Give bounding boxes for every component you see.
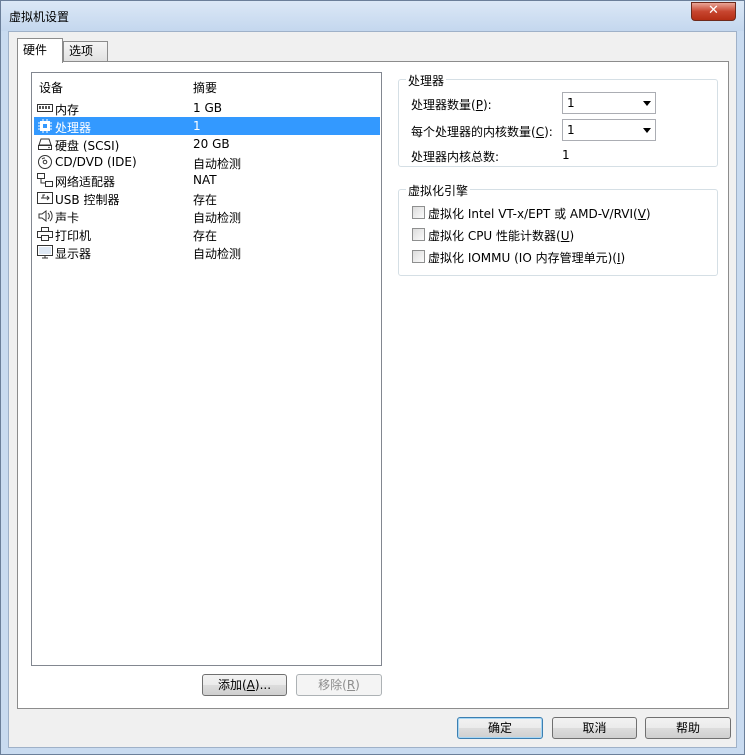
dialog-client-area: 硬件 选项 设备 摘要 内存 1 GB 处理器 1 硬盘 (SCSI) 20 G…: [8, 31, 737, 748]
cd-dvd-icon: [38, 155, 52, 169]
usb-icon: [37, 192, 53, 204]
virtualize-vtx-label: 虚拟化 Intel VT-x/EPT 或 AMD-V/RVI(V): [428, 207, 651, 221]
cores-per-processor-select[interactable]: 1: [562, 119, 656, 141]
device-list-header: 设备 摘要: [32, 73, 381, 95]
device-name: 处理器: [55, 121, 92, 135]
device-name: USB 控制器: [55, 193, 120, 207]
remove-button-hotkey: R: [346, 678, 356, 692]
remove-button-text: 移除(: [318, 678, 347, 692]
device-name: 内存: [55, 103, 80, 117]
device-row-cd-dvd[interactable]: CD/DVD (IDE) 自动检测: [34, 153, 380, 171]
device-summary: 存在: [193, 193, 218, 207]
tab-hardware[interactable]: 硬件: [17, 38, 63, 63]
add-button-suffix: )...: [254, 678, 272, 692]
device-row-usb-controller[interactable]: USB 控制器 存在: [34, 189, 380, 207]
hardware-panel: 设备 摘要 内存 1 GB 处理器 1 硬盘 (SCSI) 20 GB CD/D…: [17, 61, 729, 709]
dialog-window: 虚拟机设置 ✕ 硬件 选项 设备 摘要 内存 1 GB 处理器 1 硬盘 (SC…: [0, 0, 745, 755]
title-bar[interactable]: 虚拟机设置 ✕: [1, 1, 744, 31]
device-name: 显示器: [55, 247, 92, 261]
column-header-summary[interactable]: 摘要: [193, 79, 217, 96]
device-name: 网络适配器: [55, 175, 116, 189]
device-row-display[interactable]: 显示器 自动检测: [34, 243, 380, 261]
virtualization-group-title: 虚拟化引擎: [406, 182, 471, 199]
virtualize-cpu-counters-checkbox[interactable]: [412, 228, 425, 241]
total-cores-value: 1: [562, 148, 570, 162]
processor-icon: [38, 119, 52, 133]
device-name: 声卡: [55, 211, 80, 225]
device-summary: 1: [193, 119, 201, 133]
virtualization-engine-group: 虚拟化引擎 虚拟化 Intel VT-x/EPT 或 AMD-V/RVI(V) …: [398, 182, 718, 276]
device-row-network-adapter[interactable]: 网络适配器 NAT: [34, 171, 380, 189]
processor-group-title: 处理器: [406, 72, 447, 89]
network-adapter-icon: [37, 173, 53, 187]
remove-device-button[interactable]: 移除(R): [296, 674, 382, 696]
window-title: 虚拟机设置: [9, 10, 70, 24]
device-row-memory[interactable]: 内存 1 GB: [34, 99, 380, 117]
hard-disk-icon: [38, 138, 52, 150]
device-summary: 1 GB: [193, 101, 222, 115]
add-device-button[interactable]: 添加(A)...: [202, 674, 287, 696]
processor-count-select[interactable]: 1: [562, 92, 656, 114]
device-summary: 存在: [193, 229, 218, 243]
cancel-button[interactable]: 取消: [552, 717, 637, 739]
close-button[interactable]: ✕: [691, 2, 736, 21]
device-name: 打印机: [55, 229, 92, 243]
chevron-down-icon: [643, 128, 651, 133]
virtualize-vtx-checkbox[interactable]: [412, 206, 425, 219]
device-summary: 20 GB: [193, 137, 230, 151]
device-row-sound-card[interactable]: 声卡 自动检测: [34, 207, 380, 225]
add-button-text: 添加(: [217, 678, 247, 692]
device-list[interactable]: 设备 摘要 内存 1 GB 处理器 1 硬盘 (SCSI) 20 GB CD/D…: [31, 72, 382, 666]
device-summary: 自动检测: [193, 211, 242, 225]
device-summary: NAT: [193, 173, 217, 187]
help-button[interactable]: 帮助: [645, 717, 731, 739]
device-summary: 自动检测: [193, 157, 242, 171]
tab-options[interactable]: 选项: [63, 41, 108, 62]
cores-per-processor-value: 1: [567, 123, 575, 137]
cores-per-processor-label: 每个处理器的内核数量(C):: [411, 125, 553, 139]
ok-button[interactable]: 确定: [457, 717, 543, 739]
device-row-hard-disk[interactable]: 硬盘 (SCSI) 20 GB: [34, 135, 380, 153]
remove-button-suffix: ): [355, 678, 360, 692]
add-button-hotkey: A: [246, 678, 255, 692]
device-row-printer[interactable]: 打印机 存在: [34, 225, 380, 243]
tab-hardware-label: 硬件: [23, 43, 48, 57]
virtualize-iommu-label: 虚拟化 IOMMU (IO 内存管理单元)(I): [428, 251, 626, 265]
sound-card-icon: [38, 210, 53, 222]
total-cores-label: 处理器内核总数:: [411, 150, 500, 164]
chevron-down-icon: [643, 101, 651, 106]
tab-options-label: 选项: [69, 44, 94, 58]
memory-icon: [37, 104, 53, 112]
display-icon: [37, 245, 53, 259]
device-row-processor[interactable]: 处理器 1: [34, 117, 380, 135]
device-summary: 自动检测: [193, 247, 242, 261]
processor-group: 处理器 处理器数量(P): 1 每个处理器的内核数量(C): 1 处理器内核总数…: [398, 72, 718, 167]
device-name: CD/DVD (IDE): [55, 155, 137, 169]
processor-count-label: 处理器数量(P):: [411, 98, 492, 112]
processor-count-value: 1: [567, 96, 575, 110]
printer-icon: [37, 227, 53, 241]
virtualize-cpu-counters-label: 虚拟化 CPU 性能计数器(U): [428, 229, 575, 243]
close-icon: ✕: [708, 3, 719, 18]
virtualize-iommu-checkbox[interactable]: [412, 250, 425, 263]
column-header-device[interactable]: 设备: [39, 79, 63, 96]
device-name: 硬盘 (SCSI): [55, 139, 120, 153]
